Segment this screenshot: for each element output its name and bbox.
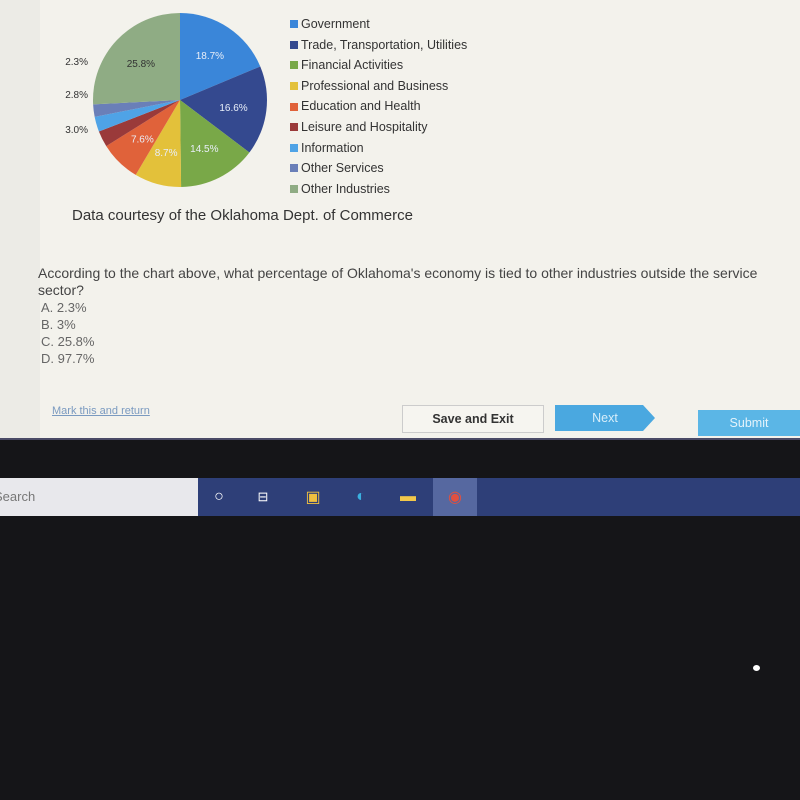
chart-legend: Government Trade, Transportation, Utiliti… xyxy=(290,14,467,199)
light-reflection xyxy=(753,665,760,671)
legend-label: Trade, Transportation, Utilities xyxy=(301,37,468,52)
option-b[interactable]: B. 3% xyxy=(41,316,788,333)
taskbar: Search ○ ⊟ ▣ ◐ ▬ ◉ xyxy=(0,478,800,516)
legend-label: Other Industries xyxy=(301,181,390,196)
chart-credit: Data courtesy of the Oklahoma Dept. of C… xyxy=(72,207,413,224)
slice-label: 2.8% xyxy=(65,90,88,101)
legend-label: Other Services xyxy=(301,161,384,176)
legend-label: Information xyxy=(301,140,364,155)
legend-item: Professional and Business xyxy=(290,76,467,97)
legend-item: Leisure and Hospitality xyxy=(290,117,467,138)
slice-label: 14.5% xyxy=(190,144,218,155)
screen: 18.7% 16.6% 14.5% 8.7% 7.6% 3.0% 2.8% 2.3% 25.8%… xyxy=(0,0,800,440)
slice-label: 25.8% xyxy=(127,59,155,70)
legend-swatch xyxy=(290,20,298,29)
search-placeholder: Search xyxy=(0,489,36,504)
legend-swatch xyxy=(290,40,298,49)
question: According to the chart above, what perce… xyxy=(38,265,788,367)
slice-label: 8.7% xyxy=(155,148,178,159)
next-button[interactable]: Next xyxy=(555,405,655,431)
legend-item: Education and Health xyxy=(290,96,467,117)
question-text: According to the chart above, what perce… xyxy=(38,265,758,298)
mark-and-return-link[interactable]: Mark this and return xyxy=(52,405,150,417)
slice-label: 18.7% xyxy=(196,51,224,62)
file-explorer-icon[interactable]: ▬ xyxy=(397,486,419,508)
legend-label: Government xyxy=(301,17,370,31)
legend-item: Financial Activities xyxy=(290,55,467,76)
legend-swatch xyxy=(290,143,298,152)
legend-label: Leisure and Hospitality xyxy=(301,119,428,134)
legend-swatch xyxy=(290,82,298,91)
quiz-page: 18.7% 16.6% 14.5% 8.7% 7.6% 3.0% 2.8% 2.3% 25.8%… xyxy=(0,0,800,438)
store-icon[interactable]: ▣ xyxy=(302,486,324,508)
legend-swatch xyxy=(290,164,298,173)
legend-swatch xyxy=(290,123,298,132)
edge-icon[interactable]: ◐ xyxy=(350,486,372,508)
option-c[interactable]: C. 25.8% xyxy=(41,333,788,350)
legend-item: Government xyxy=(290,14,467,35)
legend-item: Information xyxy=(290,138,467,159)
slice-label: 2.3% xyxy=(65,57,88,68)
slice-label: 7.6% xyxy=(131,135,154,146)
legend-swatch xyxy=(290,102,298,111)
taskbar-search[interactable]: Search xyxy=(0,478,198,516)
legend-swatch xyxy=(290,61,298,70)
legend-label: Financial Activities xyxy=(301,58,404,73)
cortana-icon[interactable]: ○ xyxy=(208,486,230,508)
legend-label: Professional and Business xyxy=(301,78,449,93)
slice-label: 3.0% xyxy=(65,125,88,136)
task-view-icon[interactable]: ⊟ xyxy=(252,486,274,508)
option-d[interactable]: D. 97.7% xyxy=(41,350,788,367)
submit-button[interactable]: Submit xyxy=(698,410,800,436)
slice-label: 16.6% xyxy=(219,103,247,114)
legend-label: Education and Health xyxy=(301,99,421,114)
chrome-icon[interactable]: ◉ xyxy=(433,478,477,516)
legend-swatch xyxy=(290,185,298,194)
legend-item: Other Services xyxy=(290,158,467,179)
pie-chart: 18.7% 16.6% 14.5% 8.7%7.6% 3.0% 2.8% 2.3% 25.8% xyxy=(65,13,267,187)
save-and-exit-button[interactable]: Save and Exit xyxy=(402,405,544,433)
quiz-content: 18.7% 16.6% 14.5% 8.7% 7.6% 3.0% 2.8% 2.3% 25.8%… xyxy=(40,0,800,438)
legend-item: Trade, Transportation, Utilities xyxy=(290,35,467,56)
legend-item: Other Industries xyxy=(290,179,467,200)
option-a[interactable]: A. 2.3% xyxy=(41,299,788,316)
